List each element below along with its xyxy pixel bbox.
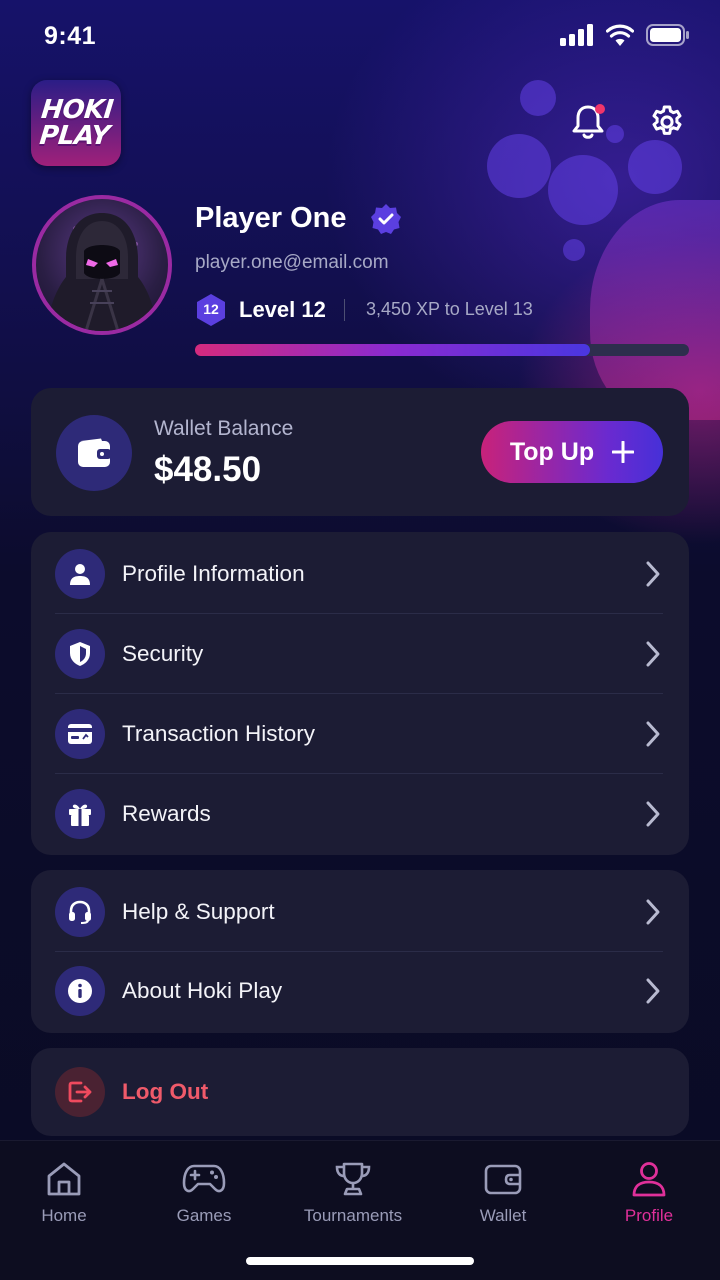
wallet-card-icon — [56, 415, 132, 491]
battery-icon — [646, 24, 689, 46]
menu-item-label: Profile Information — [122, 561, 305, 586]
tab-label: Profile — [624, 1206, 674, 1225]
tab-wallet[interactable]: Wallet — [433, 1161, 573, 1226]
decorative-bubble — [487, 134, 551, 198]
profile-screen: 9:41 HOKI PLAY Player One player.one@ema… — [0, 0, 720, 1280]
menu-item-transaction-history[interactable]: Transaction History — [55, 694, 665, 774]
decorative-bubble — [628, 140, 682, 194]
logo-text: HOKI PLAY — [38, 95, 115, 151]
gear-icon — [652, 105, 682, 135]
top-up-label: Top Up — [509, 437, 595, 466]
decorative-blob — [590, 200, 720, 420]
logout-icon — [68, 1081, 92, 1103]
menu-icon-wrap — [55, 709, 105, 759]
plus-icon — [612, 441, 635, 463]
profile-icon — [632, 1162, 666, 1197]
tab-home[interactable]: Home — [0, 1161, 134, 1226]
menu-item-label: Rewards — [122, 801, 211, 826]
status-bar: 9:41 — [0, 0, 720, 72]
menu-icon-wrap — [55, 789, 105, 839]
chevron-right-icon — [646, 801, 660, 827]
level-divider — [344, 299, 345, 321]
tab-tournaments[interactable]: Tournaments — [283, 1161, 423, 1226]
tab-label: Wallet — [479, 1206, 527, 1225]
menu-icon-wrap — [55, 966, 105, 1016]
chevron-right-icon — [646, 641, 660, 667]
signal-icon — [560, 24, 593, 46]
tab-profile[interactable]: Profile — [579, 1161, 719, 1226]
menu-item-label: About Hoki Play — [122, 978, 283, 1003]
menu-item-label: Transaction History — [122, 721, 315, 746]
tab-label: Games — [176, 1206, 232, 1225]
logout-button[interactable]: Log Out — [55, 1052, 665, 1132]
menu-item-profile-information[interactable]: Profile Information — [55, 534, 665, 614]
xp-progress-bar — [195, 344, 689, 356]
gift-icon — [69, 804, 91, 826]
notifications-button[interactable] — [564, 98, 612, 146]
home-indicator — [246, 1257, 474, 1265]
verified-badge-icon — [371, 204, 401, 234]
account-menu-card: Profile Information Security Transaction… — [31, 532, 689, 855]
shield-icon — [70, 642, 90, 666]
decorative-bubble — [563, 239, 585, 261]
chevron-right-icon — [646, 899, 660, 925]
tab-label: Home — [41, 1206, 87, 1225]
player-name: Player One — [195, 202, 347, 234]
xp-progress-fill — [195, 344, 591, 356]
menu-icon-wrap — [55, 887, 105, 937]
avatar[interactable] — [32, 195, 172, 335]
menu-item-about[interactable]: About Hoki Play — [55, 951, 665, 1031]
menu-item-label: Security — [122, 641, 204, 666]
status-icons — [560, 24, 690, 46]
player-email: player.one@email.com — [195, 252, 389, 273]
wifi-icon — [606, 24, 634, 46]
chevron-right-icon — [646, 721, 660, 747]
notification-dot — [595, 104, 605, 114]
level-label: Level 12 — [239, 297, 326, 322]
logout-label: Log Out — [122, 1079, 209, 1104]
support-menu-card: Help & Support About Hoki Play — [31, 870, 689, 1033]
gamepad-icon — [182, 1164, 226, 1193]
trophy-icon — [335, 1162, 371, 1196]
menu-item-help-support[interactable]: Help & Support — [55, 872, 665, 952]
menu-icon-wrap — [55, 1067, 105, 1117]
menu-item-security[interactable]: Security — [55, 614, 665, 694]
wallet-icon — [484, 1164, 522, 1195]
card-icon — [68, 724, 92, 744]
menu-item-label: Help & Support — [122, 899, 275, 924]
chevron-right-icon — [646, 978, 660, 1004]
xp-to-next-level: 3,450 XP to Level 13 — [366, 299, 533, 319]
wallet-icon — [78, 438, 111, 467]
settings-button[interactable] — [643, 98, 691, 146]
app-logo: HOKI PLAY — [31, 80, 121, 166]
headset-icon — [69, 900, 91, 924]
menu-icon-wrap — [55, 549, 105, 599]
tab-games[interactable]: Games — [134, 1161, 274, 1226]
decorative-bubble — [548, 155, 618, 225]
wallet-balance-label: Wallet Balance — [154, 417, 294, 440]
hooded-player-avatar-icon — [46, 213, 158, 331]
menu-icon-wrap — [55, 629, 105, 679]
user-icon — [70, 564, 90, 585]
logout-card: Log Out — [31, 1048, 689, 1136]
home-icon — [47, 1162, 81, 1196]
info-icon — [68, 979, 92, 1003]
tab-label: Tournaments — [303, 1206, 403, 1225]
wallet-balance-amount: $48.50 — [154, 450, 262, 489]
chevron-right-icon — [646, 561, 660, 587]
wallet-card: Wallet Balance $48.50 Top Up — [31, 388, 689, 516]
level-badge-number: 12 — [203, 301, 219, 317]
top-up-button[interactable]: Top Up — [481, 421, 663, 483]
menu-item-rewards[interactable]: Rewards — [55, 774, 665, 854]
decorative-bubble — [520, 80, 556, 116]
status-time: 9:41 — [44, 22, 97, 50]
